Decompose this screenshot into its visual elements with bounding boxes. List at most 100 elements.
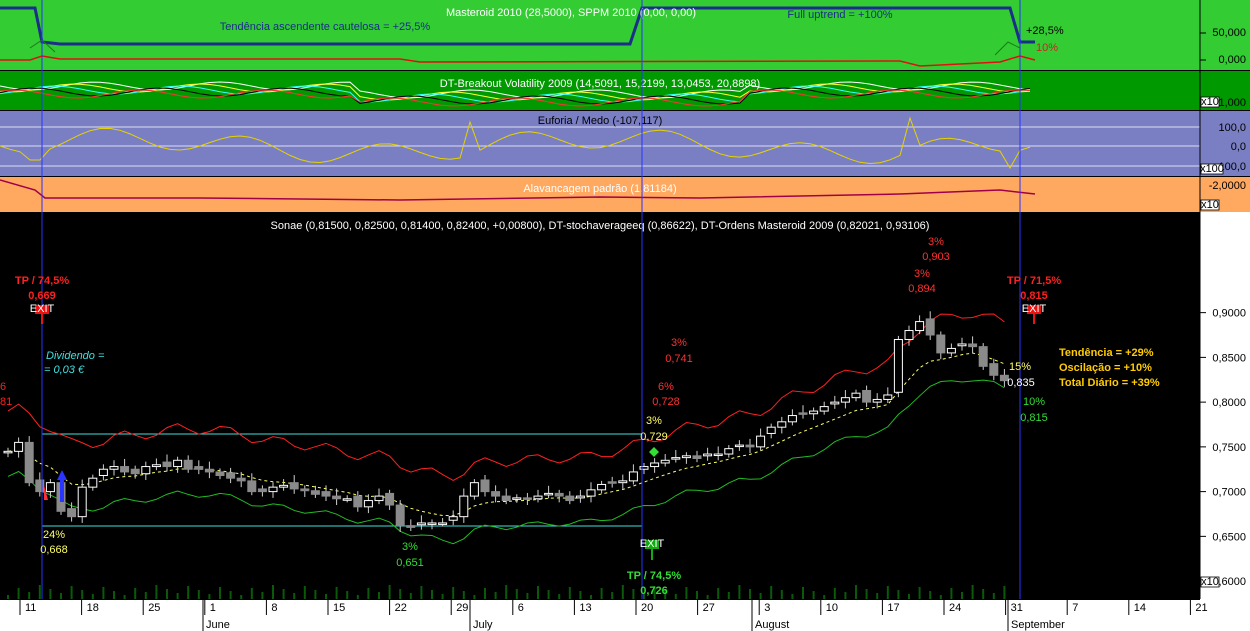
date-tick-label: 11 — [25, 602, 36, 614]
volume-bar — [484, 588, 486, 599]
candle-body — [957, 343, 967, 347]
volume-bar — [886, 586, 889, 599]
volume-bar — [134, 588, 137, 599]
candle-body — [840, 397, 850, 403]
volume-bar — [314, 590, 317, 599]
candle-body — [756, 435, 766, 448]
volume-bar — [176, 593, 179, 599]
mid-value-label: 0,651 — [396, 557, 424, 569]
panel3-scale-tag: x100 — [1200, 163, 1224, 175]
candle-body — [491, 491, 501, 497]
price-scale-tag: x10 — [1201, 576, 1219, 588]
volume-bar — [303, 586, 306, 599]
volume-bar — [738, 585, 741, 599]
candle-body — [257, 488, 267, 493]
candle-body — [936, 334, 946, 354]
volume-bar — [420, 586, 423, 599]
volume-bar — [537, 586, 539, 599]
volume-bar — [28, 592, 31, 599]
candle-body — [289, 482, 299, 490]
volume-bar — [229, 591, 232, 599]
candle-body — [98, 468, 108, 477]
candle-body — [586, 489, 596, 497]
panel4-tick-1: -2,0000 — [1209, 180, 1246, 192]
candle-body — [448, 516, 458, 521]
volume-bar — [696, 591, 698, 599]
tp-left-label: TP / 74,5% — [15, 275, 69, 287]
candle-body — [67, 508, 77, 518]
date-tick-label: 1 — [210, 602, 216, 614]
dividend-label-2: = 0,03 € — [44, 364, 85, 376]
volume-bar — [971, 585, 974, 599]
candle-body — [77, 486, 87, 518]
candle-body — [607, 481, 617, 484]
candle-body — [480, 479, 490, 493]
value-label-0894: 0,894 — [908, 283, 936, 295]
price-tick-label: 0,8000 — [1212, 397, 1246, 409]
date-tick-label: 18 — [87, 602, 99, 614]
price-panel-title: Sonae (0,81500, 0,82500, 0,81400, 0,8240… — [271, 220, 930, 232]
volume-bar — [250, 588, 253, 599]
low-pct-label: 24% — [43, 529, 65, 541]
candle-body — [353, 495, 363, 508]
candle-body — [692, 455, 702, 460]
volume-bar — [802, 587, 804, 599]
volume-bar — [155, 585, 158, 599]
volume-bar — [727, 592, 730, 599]
volume-bar — [388, 585, 391, 599]
candle-body — [660, 459, 670, 464]
candle-body — [438, 522, 448, 525]
volume-bar — [409, 593, 412, 599]
date-tick-label: 27 — [703, 602, 715, 614]
volume-bar — [876, 593, 879, 599]
volume-bar — [547, 590, 550, 599]
month-label: June — [206, 619, 230, 631]
tp-right-value: 0,815 — [1020, 290, 1048, 302]
pct-label-6: 6% — [658, 381, 674, 393]
candle-body — [427, 522, 437, 525]
volume-bar — [515, 589, 518, 599]
candle-body — [120, 466, 130, 473]
candle-body — [628, 471, 638, 482]
candle-body — [650, 462, 660, 468]
candle-body — [777, 421, 787, 428]
volume-bar — [685, 587, 688, 599]
candle-body — [522, 497, 532, 500]
candle-body — [469, 482, 479, 497]
candle-body — [745, 444, 755, 448]
panel2-tick-1: 1,000 — [1218, 97, 1246, 109]
panel3-tick-2: 0,0 — [1231, 141, 1246, 153]
candle-body — [851, 392, 861, 399]
candle-body — [151, 464, 161, 468]
candle-body — [925, 318, 935, 336]
panel1-tick-1: 50,000 — [1212, 27, 1246, 39]
volume-bar — [7, 595, 9, 599]
volume-bar — [621, 585, 624, 599]
date-tick-label: 31 — [1011, 602, 1023, 614]
volume-bar — [590, 595, 592, 599]
panel4-title: Alavancagem padrão (1,81184) — [523, 183, 676, 195]
candle-body — [215, 471, 225, 477]
volume-bar — [749, 589, 751, 599]
pct-label-3d: 3% — [914, 268, 930, 280]
candle-body — [300, 488, 310, 492]
volume-bar — [611, 592, 614, 599]
trend-summary: Tendência = +29% — [1059, 347, 1154, 359]
pct-label-3b: 3% — [671, 337, 687, 349]
pct-label-3a: 3% — [646, 415, 662, 427]
value-label-0835: 0,835 — [1007, 377, 1035, 389]
candle-body — [671, 457, 681, 460]
value-label-0903: 0,903 — [922, 251, 950, 263]
value-label-0741: 0,741 — [665, 353, 693, 365]
volume-bar — [102, 587, 105, 599]
chart-window: Masteroid 2010 (28,5000), SPPM 2010 (0,0… — [0, 0, 1250, 631]
volume-bar — [208, 594, 211, 599]
candle-body — [766, 426, 776, 434]
volume-bar — [759, 593, 762, 599]
pct-label-10: 10% — [1023, 396, 1045, 408]
volume-bar — [674, 594, 677, 599]
candle-body — [130, 468, 140, 475]
date-tick-label: 3 — [764, 602, 770, 614]
candle-body — [681, 455, 691, 459]
candle-body — [141, 466, 151, 475]
